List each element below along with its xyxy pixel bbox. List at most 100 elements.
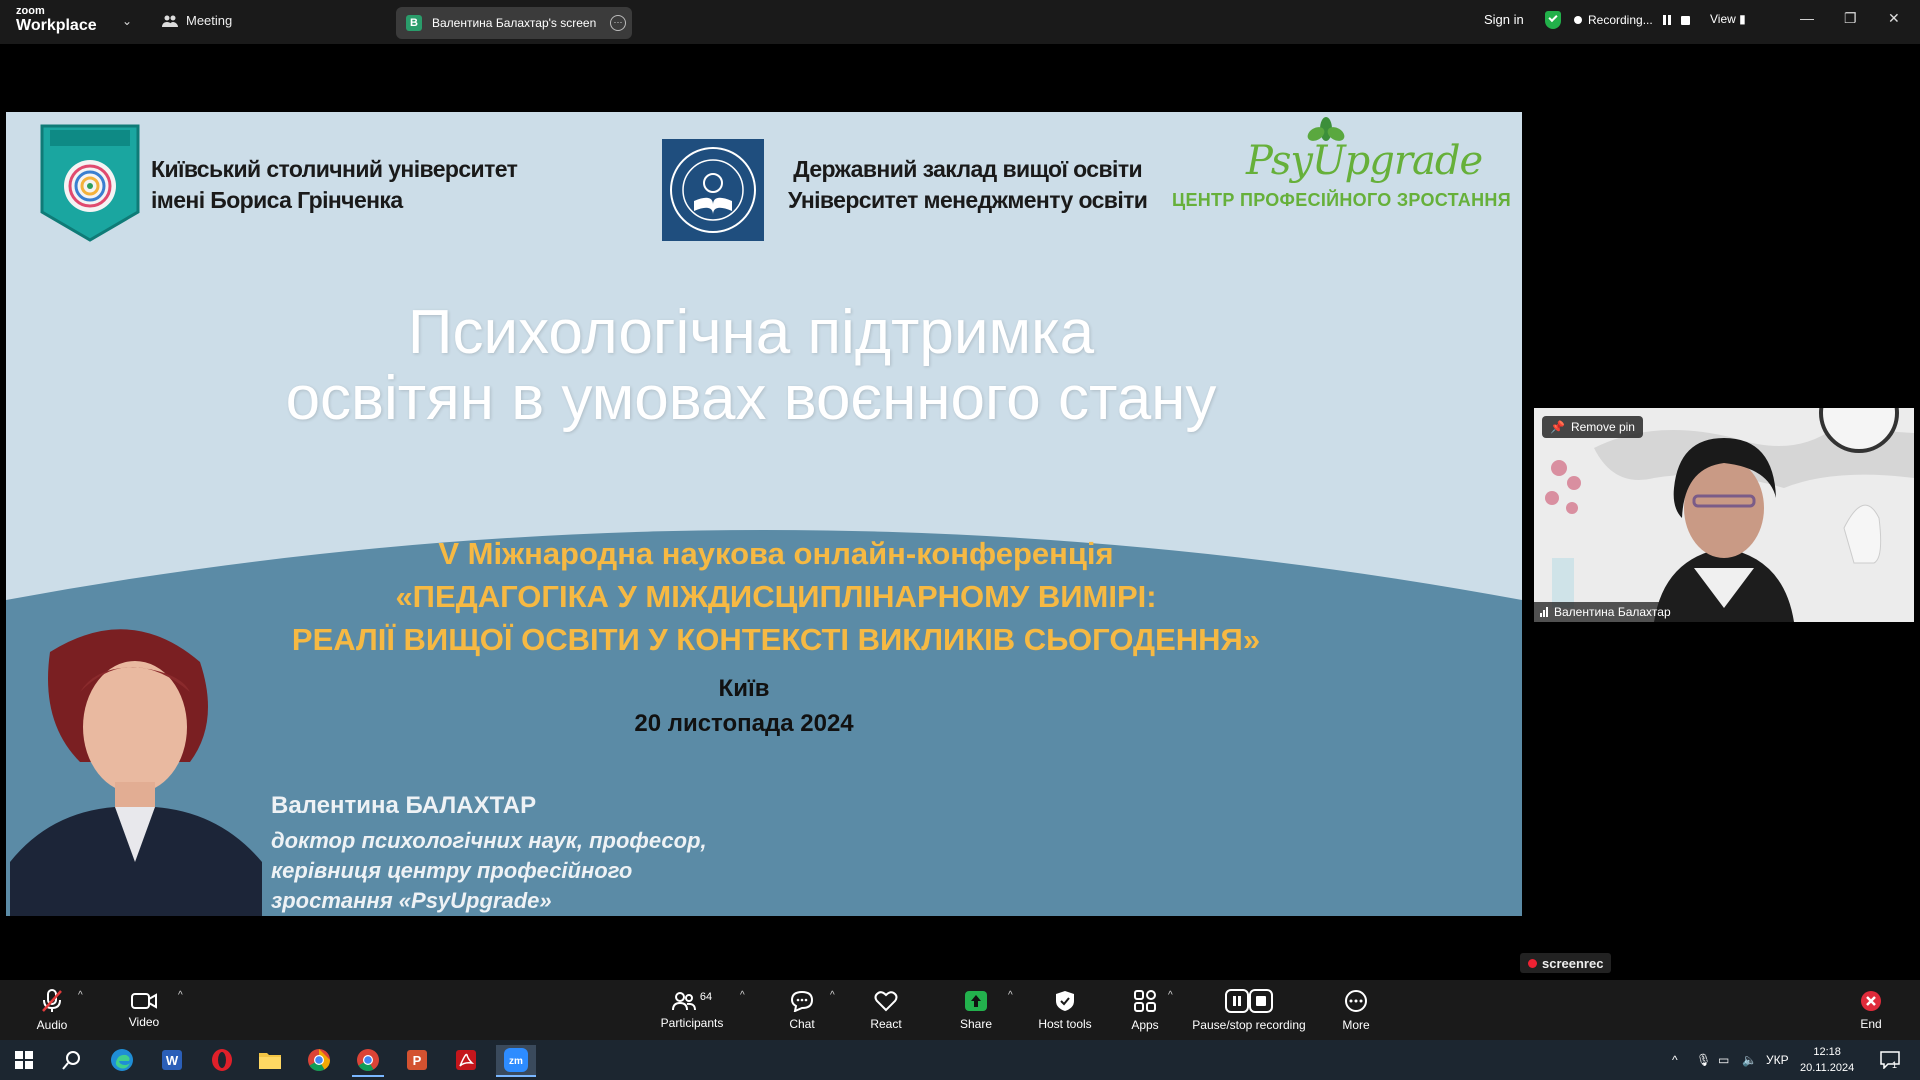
system-clock[interactable]: 12:18 20.11.2024	[1800, 1044, 1854, 1076]
um-name-line1: Державний заклад вищої освіти	[793, 156, 1143, 182]
speaker-photo	[10, 612, 262, 916]
record-dot-icon	[1574, 16, 1582, 24]
meeting-label: Meeting	[186, 13, 233, 28]
microphone-tray-icon[interactable]: 🎙	[1696, 1040, 1711, 1080]
minimize-icon[interactable]: —	[1800, 10, 1814, 26]
chrome-icon[interactable]	[303, 1045, 335, 1075]
pinned-video-tile[interactable]: 📌 Remove pin Валентина Балахтар	[1534, 408, 1914, 622]
audio-label: Audio	[36, 1017, 68, 1032]
restore-icon[interactable]: ❐	[1844, 10, 1857, 27]
screenrec-watermark: screenrec	[1520, 953, 1612, 973]
opera-icon[interactable]	[206, 1045, 238, 1075]
share-label: Share	[959, 1016, 993, 1031]
kubg-name-line1: Київський столичний університет	[151, 156, 518, 182]
share-button[interactable]: Share	[958, 980, 994, 1040]
participants-count: 64	[699, 990, 713, 1003]
speaker-desc-line2: керівниця центру професійного	[271, 858, 633, 883]
chat-options-caret-icon[interactable]: ^	[830, 990, 835, 1001]
react-label: React	[870, 1016, 902, 1031]
close-icon[interactable]: ✕	[1888, 10, 1900, 27]
slide-title-line2: освітян в умовах воєнного стану	[285, 364, 1217, 433]
psyupgrade-subtitle: ЦЕНТР ПРОФЕСІЙНОГО ЗРОСТАННЯ	[1172, 190, 1511, 210]
video-feed	[1534, 408, 1914, 622]
apps-button[interactable]: Apps	[1128, 980, 1162, 1040]
chat-button[interactable]: Chat	[784, 980, 820, 1040]
recording-indicator: Recording...	[1574, 13, 1690, 27]
end-label: End	[1860, 1016, 1882, 1031]
notifications-icon[interactable]: 1	[1880, 1040, 1900, 1080]
video-button[interactable]: Video	[124, 980, 164, 1040]
pause-stop-label: Pause/stop recording	[1192, 1017, 1306, 1032]
zoom-logo-bottom: Workplace	[16, 17, 97, 34]
audio-options-caret-icon[interactable]: ^	[78, 990, 83, 1001]
shield-icon[interactable]	[1545, 11, 1561, 29]
end-icon	[1861, 990, 1881, 1011]
title-bar: zoom Workplace ⌄ Meeting B Валентина Бал…	[0, 0, 1920, 44]
tray-overflow-icon[interactable]: ^	[1672, 1040, 1678, 1080]
more-button[interactable]: More	[1340, 980, 1372, 1040]
zoom-logo[interactable]: zoom Workplace	[16, 6, 97, 34]
participants-icon	[162, 15, 178, 27]
view-icon: ▮	[1739, 12, 1746, 26]
svg-text:W: W	[166, 1053, 179, 1068]
participant-name-tag: Валентина Балахтар	[1534, 602, 1677, 622]
notifications-count: 1	[1892, 1060, 1898, 1070]
record-dot-icon	[1528, 958, 1537, 968]
university-management-name: Державний заклад вищої освіти Університе…	[788, 154, 1148, 216]
participants-options-caret-icon[interactable]: ^	[740, 990, 745, 1001]
video-options-caret-icon[interactable]: ^	[178, 990, 183, 1001]
language-indicator[interactable]: УКР	[1766, 1040, 1789, 1080]
host-tools-button[interactable]: Host tools	[1036, 980, 1094, 1040]
powerpoint-icon[interactable]: P	[401, 1045, 433, 1075]
zoom-app-icon[interactable]: zm	[496, 1045, 536, 1077]
pause-stop-recording-icon	[1225, 988, 1273, 1013]
acrobat-icon[interactable]	[450, 1045, 482, 1075]
svg-text:zm: zm	[509, 1056, 523, 1067]
conference-line1: V Міжнародна наукова онлайн-конференція	[438, 536, 1114, 571]
participant-name: Валентина Балахтар	[1554, 605, 1671, 619]
stop-icon[interactable]	[1680, 15, 1690, 25]
edge-browser-icon[interactable]	[106, 1045, 138, 1075]
screenrec-label: screenrec	[1542, 955, 1604, 971]
audio-button[interactable]: Audio	[32, 980, 72, 1040]
share-screen-icon	[965, 990, 987, 1011]
search-icon[interactable]	[56, 1045, 88, 1075]
share-options-caret-icon[interactable]: ^	[1008, 990, 1013, 1001]
speaker-desc-line3: зростання «PsyUpgrade»	[271, 888, 552, 913]
host-tools-label: Host tools	[1038, 1016, 1092, 1031]
pause-icon[interactable]	[1662, 15, 1671, 25]
react-button[interactable]: React	[868, 980, 904, 1040]
participants-label: Participants	[660, 1015, 724, 1030]
volume-icon[interactable]: 🔈	[1742, 1040, 1757, 1080]
file-explorer-icon[interactable]	[254, 1045, 286, 1075]
pin-icon: 📌	[1550, 420, 1565, 434]
speaker-description: доктор психологічних наук, професор, кер…	[271, 826, 707, 916]
participants-button[interactable]: 64 Participants	[656, 980, 728, 1040]
apps-icon	[1134, 989, 1156, 1012]
meeting-menu[interactable]: Meeting	[162, 13, 232, 28]
sign-in-link[interactable]: Sign in	[1484, 12, 1524, 27]
chevron-down-icon[interactable]: ⌄	[122, 14, 132, 28]
word-icon[interactable]: W	[156, 1045, 188, 1075]
svg-text:P: P	[413, 1053, 422, 1068]
apps-options-caret-icon[interactable]: ^	[1168, 990, 1173, 1001]
psyupgrade-logo-text: PsyUpgrade	[1246, 138, 1483, 184]
chrome-profile-icon[interactable]	[352, 1045, 384, 1077]
video-label: Video	[128, 1014, 160, 1029]
windows-start-icon[interactable]	[8, 1045, 40, 1075]
screen-share-tab[interactable]: B Валентина Балахтар's screen ···	[396, 7, 632, 39]
avatar: B	[406, 15, 422, 31]
clock-time: 12:18	[1813, 1046, 1841, 1058]
network-icon[interactable]: ▭	[1718, 1040, 1729, 1080]
more-icon	[1345, 989, 1367, 1012]
kubg-name: Київський столичний університет імені Бо…	[151, 154, 518, 216]
pause-stop-recording-button[interactable]: Pause/stop recording	[1190, 980, 1308, 1040]
clock-date: 20.11.2024	[1800, 1062, 1855, 1074]
participants-icon	[671, 991, 696, 1010]
camera-icon	[131, 992, 157, 1009]
view-button[interactable]: View ▮	[1710, 12, 1746, 26]
more-options-icon[interactable]: ···	[610, 15, 626, 31]
remove-pin-button[interactable]: 📌 Remove pin	[1542, 416, 1643, 438]
end-meeting-button[interactable]: End	[1856, 980, 1886, 1040]
kubg-crest-logo	[40, 124, 140, 242]
